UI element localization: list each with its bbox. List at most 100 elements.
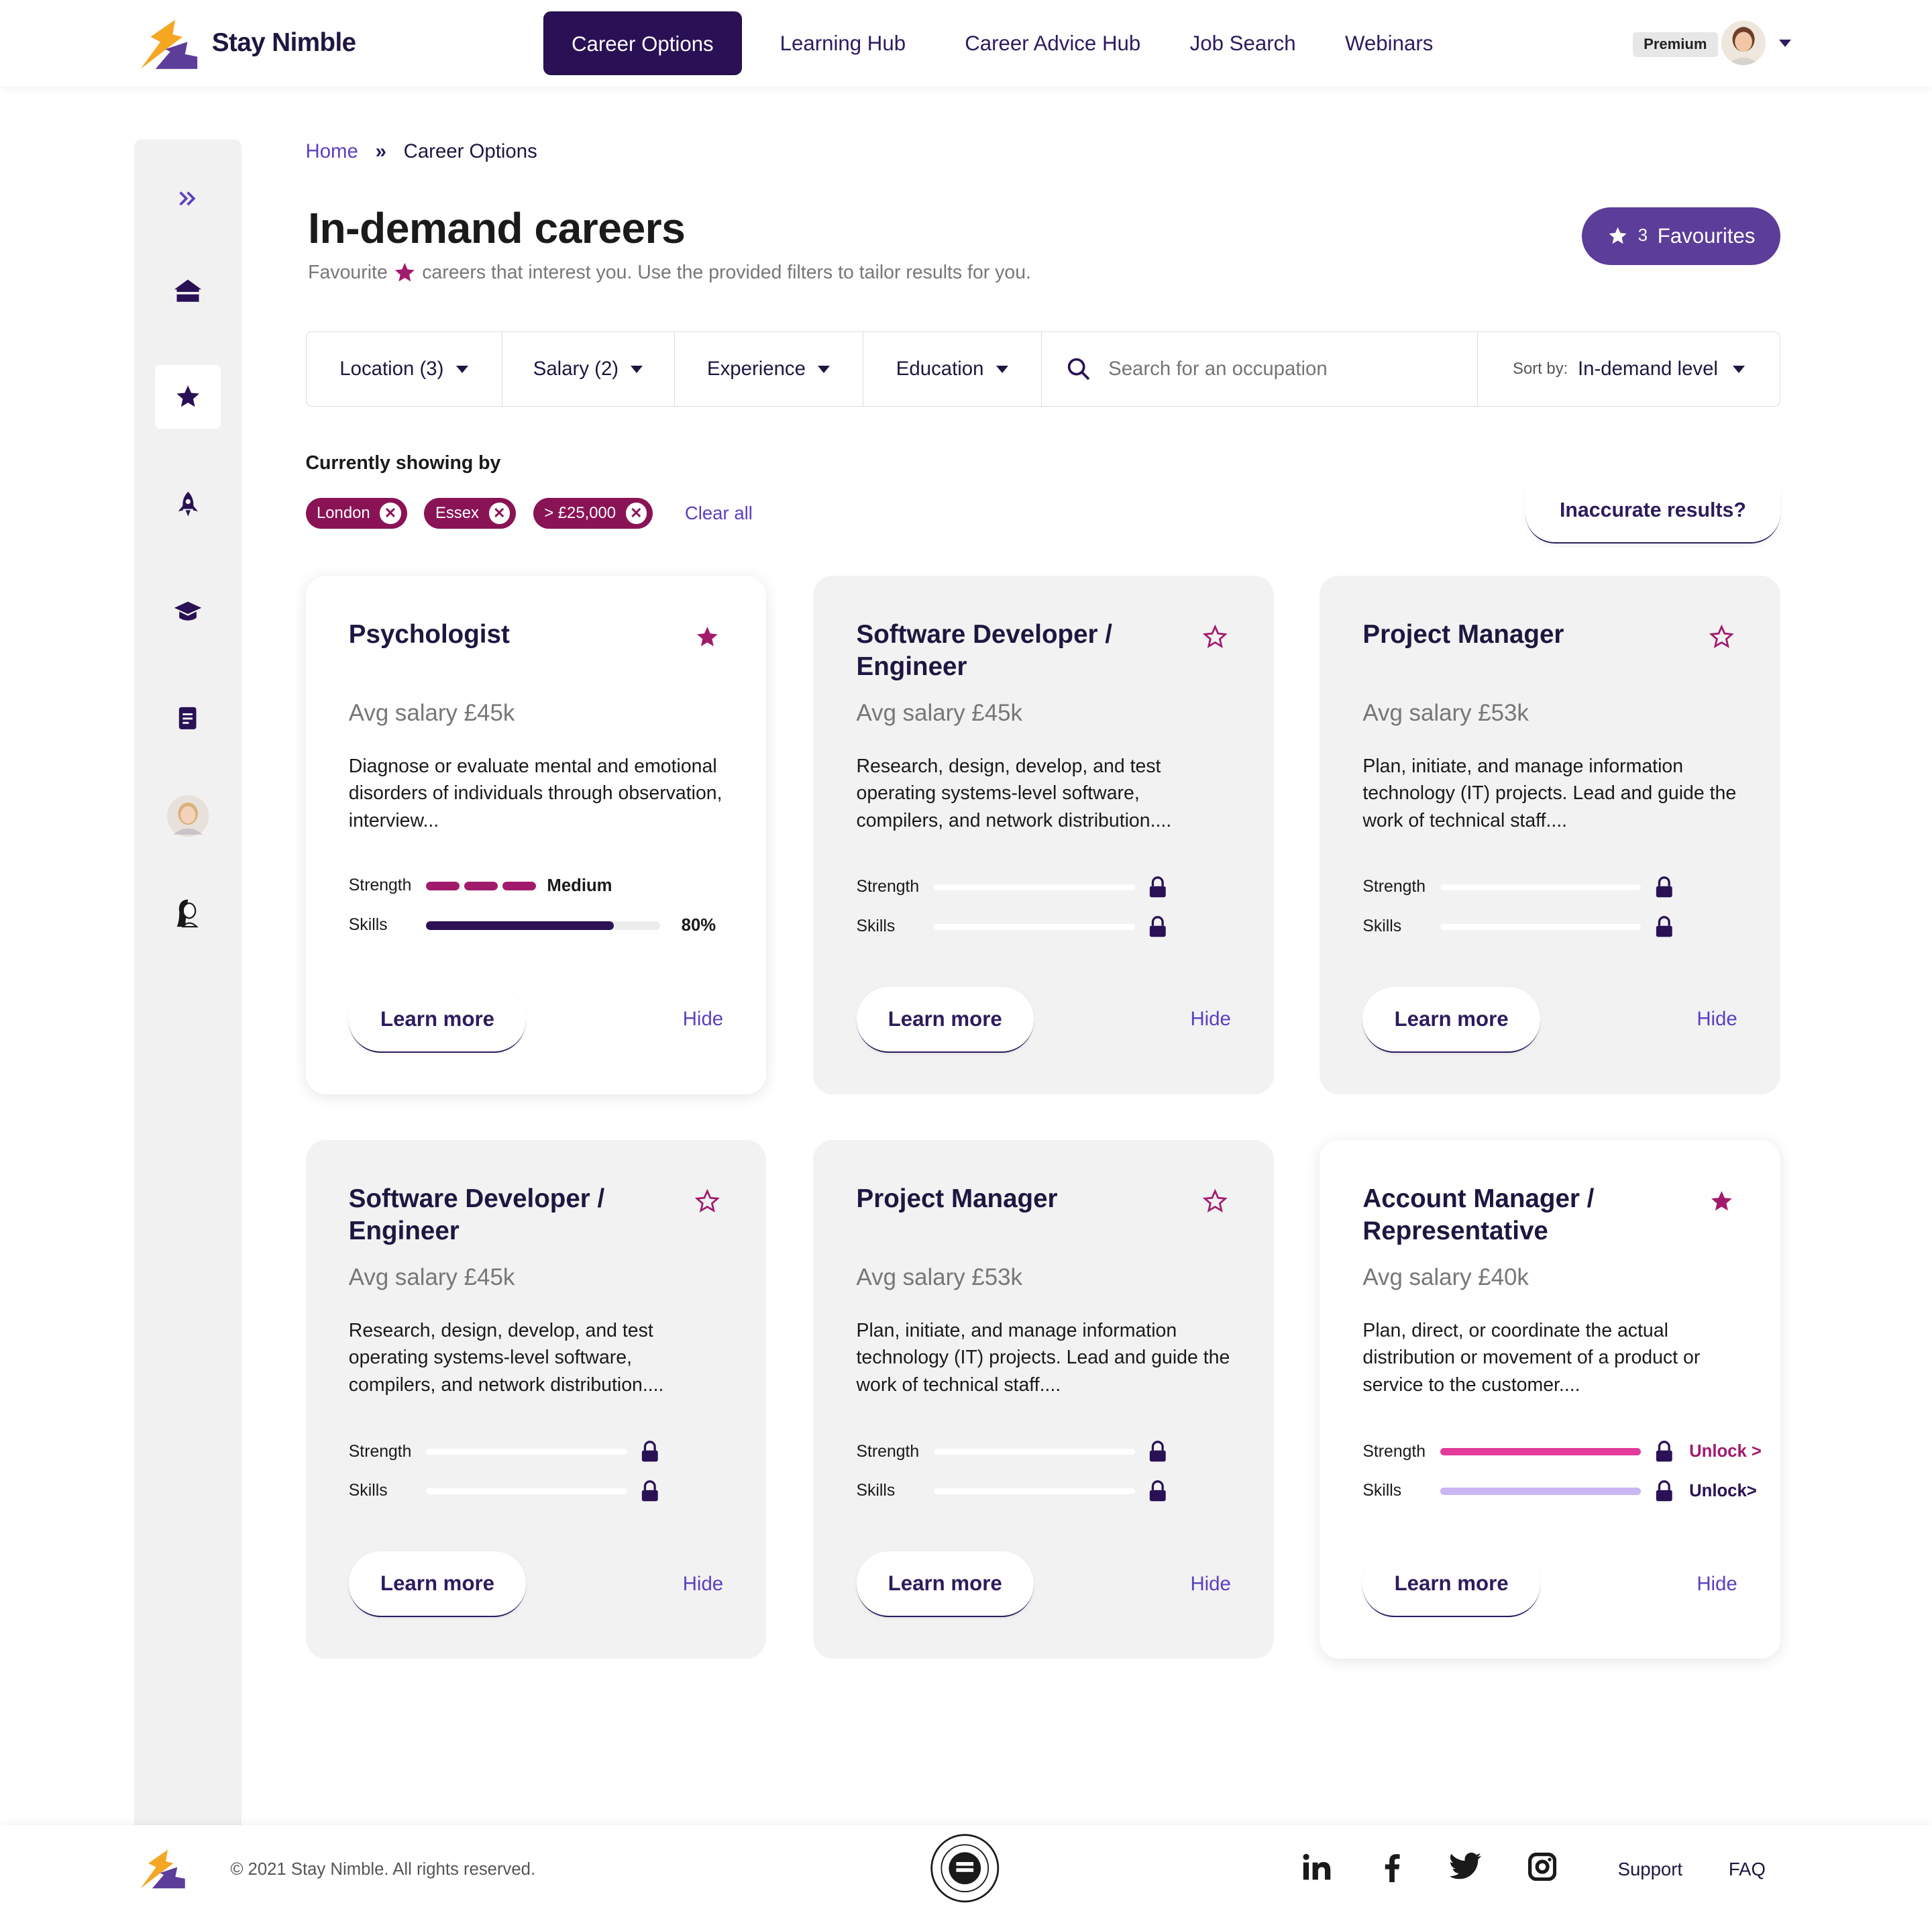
filter-chip-salary[interactable]: > £25,000 ✕ bbox=[533, 498, 653, 529]
star-icon bbox=[176, 385, 199, 407]
sidebar-item-career-launch[interactable] bbox=[155, 472, 220, 536]
favourite-star-icon[interactable] bbox=[1709, 1189, 1734, 1214]
strength-metric: Strength bbox=[857, 1441, 1167, 1463]
user-avatar-image bbox=[1721, 21, 1766, 66]
search-input[interactable] bbox=[1108, 358, 1466, 381]
skills-locked-bar bbox=[426, 1488, 627, 1494]
hide-button[interactable]: Hide bbox=[683, 1008, 723, 1031]
strength-label: Strength bbox=[1362, 878, 1426, 896]
career-description: Plan, initiate, and manage information t… bbox=[1362, 755, 1737, 831]
favourite-star-outline-icon[interactable] bbox=[1202, 625, 1228, 650]
learn-more-button[interactable]: Learn more bbox=[856, 1551, 1034, 1617]
coach-avatar bbox=[166, 794, 209, 837]
inaccurate-results-button[interactable]: Inaccurate results? bbox=[1525, 486, 1781, 544]
lock-icon bbox=[1149, 1441, 1166, 1462]
skills-label: Skills bbox=[1362, 1482, 1402, 1500]
avg-salary: Avg salary £40k bbox=[1362, 1264, 1529, 1291]
close-icon[interactable]: ✕ bbox=[488, 503, 510, 524]
footer-faq-link[interactable]: FAQ bbox=[1729, 1859, 1766, 1880]
filter-chip-london[interactable]: London ✕ bbox=[305, 498, 407, 529]
user-avatar[interactable] bbox=[1721, 21, 1766, 66]
hide-button[interactable]: Hide bbox=[683, 1573, 723, 1596]
strength-locked-bar bbox=[1440, 884, 1642, 890]
strength-metric: Strength bbox=[1362, 876, 1673, 898]
sidebar-item-learning[interactable] bbox=[155, 579, 220, 643]
chip-label: London bbox=[317, 503, 370, 522]
career-title: Account Manager / Representative bbox=[1362, 1184, 1595, 1245]
brand-logo[interactable]: Stay Nimble bbox=[138, 15, 356, 71]
nav-career-advice-hub[interactable]: Career Advice Hub bbox=[940, 11, 1165, 76]
learn-more-button[interactable]: Learn more bbox=[1362, 987, 1540, 1053]
breadcrumb-home[interactable]: Home bbox=[306, 140, 358, 163]
linkedin-icon[interactable] bbox=[1302, 1853, 1332, 1882]
favourite-star-outline-icon[interactable] bbox=[1202, 1189, 1228, 1214]
career-description: Diagnose or evaluate mental and emotiona… bbox=[348, 755, 722, 831]
favourites-button[interactable]: 3 Favourites bbox=[1582, 207, 1781, 265]
sidebar-item-coach[interactable] bbox=[155, 784, 220, 848]
nav-webinars[interactable]: Webinars bbox=[1320, 11, 1458, 76]
strength-label: Strength bbox=[856, 1442, 920, 1461]
page-title: In-demand careers bbox=[308, 204, 686, 253]
stay-nimble-logo-icon[interactable] bbox=[138, 1846, 187, 1890]
facebook-icon[interactable] bbox=[1379, 1853, 1403, 1882]
favourite-star-icon[interactable] bbox=[695, 625, 720, 650]
hide-button[interactable]: Hide bbox=[1697, 1008, 1737, 1031]
strength-level-bar bbox=[426, 881, 536, 890]
nav-job-search[interactable]: Job Search bbox=[1165, 11, 1320, 76]
strength-value: Medium bbox=[547, 876, 612, 895]
learn-more-button[interactable]: Learn more bbox=[1362, 1551, 1540, 1617]
sort-dropdown[interactable]: Sort by: In-demand level bbox=[1478, 332, 1780, 406]
user-menu-chevron-down-icon[interactable] bbox=[1779, 39, 1792, 47]
strength-label: Strength bbox=[348, 876, 412, 895]
clear-all-link[interactable]: Clear all bbox=[685, 503, 753, 524]
strength-locked-bar bbox=[934, 1449, 1135, 1455]
sidebar-expand[interactable] bbox=[155, 166, 220, 231]
skills-unlock-link[interactable]: Unlock> bbox=[1689, 1482, 1757, 1501]
favourites-count: 3 bbox=[1638, 226, 1648, 246]
avg-salary: Avg salary £45k bbox=[348, 1264, 515, 1291]
career-card: Project Manager Avg salary £53k Plan, in… bbox=[1320, 575, 1781, 1094]
career-description: Plan, direct, or coordinate the actual d… bbox=[1362, 1319, 1701, 1396]
favourite-star-outline-icon[interactable] bbox=[694, 1189, 720, 1214]
stay-nimble-logo-icon bbox=[140, 19, 197, 69]
avg-salary: Avg salary £53k bbox=[1362, 700, 1529, 727]
location-filter[interactable]: Location (3) bbox=[307, 332, 502, 407]
learn-more-button[interactable]: Learn more bbox=[348, 987, 527, 1053]
lock-icon bbox=[641, 1441, 658, 1462]
breadcrumb-current: Career Options bbox=[403, 140, 537, 163]
filter-chip-essex[interactable]: Essex ✕ bbox=[424, 498, 516, 529]
sidebar-item-documents[interactable] bbox=[155, 686, 220, 751]
avg-salary: Avg salary £45k bbox=[856, 700, 1023, 727]
home-icon bbox=[174, 279, 202, 302]
hide-button[interactable]: Hide bbox=[1190, 1573, 1230, 1596]
sidebar-item-favourites[interactable] bbox=[155, 364, 221, 429]
strength-metric: Strength bbox=[349, 1441, 659, 1463]
experience-filter[interactable]: Experience bbox=[675, 332, 863, 407]
salary-filter[interactable]: Salary (2) bbox=[502, 332, 675, 407]
career-title: Psychologist bbox=[348, 620, 510, 650]
skills-progress-bar bbox=[426, 921, 661, 930]
hide-button[interactable]: Hide bbox=[1190, 1008, 1230, 1031]
graduation-cap-icon bbox=[174, 601, 202, 621]
lock-icon bbox=[1149, 1480, 1166, 1502]
nav-career-options[interactable]: Career Options bbox=[543, 11, 742, 76]
instagram-icon[interactable] bbox=[1527, 1852, 1556, 1881]
career-title: Software Developer / Engineer bbox=[856, 620, 1112, 681]
learn-more-button[interactable]: Learn more bbox=[856, 987, 1034, 1053]
strength-unlock-link[interactable]: Unlock > bbox=[1689, 1442, 1762, 1461]
learn-more-button[interactable]: Learn more bbox=[348, 1551, 527, 1617]
occupation-search bbox=[1042, 332, 1479, 407]
sidebar-item-profile[interactable] bbox=[155, 881, 220, 945]
education-filter[interactable]: Education bbox=[863, 332, 1042, 407]
close-icon[interactable]: ✕ bbox=[380, 503, 401, 524]
skills-metric: Skills bbox=[857, 1480, 1167, 1502]
salary-filter-label: Salary (2) bbox=[533, 358, 619, 380]
twitter-icon[interactable] bbox=[1450, 1852, 1483, 1879]
hide-button[interactable]: Hide bbox=[1697, 1573, 1737, 1596]
footer-support-link[interactable]: Support bbox=[1618, 1859, 1682, 1880]
skills-value: 80% bbox=[681, 915, 716, 935]
close-icon[interactable]: ✕ bbox=[625, 503, 647, 524]
nav-learning-hub[interactable]: Learning Hub bbox=[755, 11, 930, 76]
favourite-star-outline-icon[interactable] bbox=[1709, 625, 1734, 650]
sidebar-item-home[interactable] bbox=[155, 259, 220, 323]
